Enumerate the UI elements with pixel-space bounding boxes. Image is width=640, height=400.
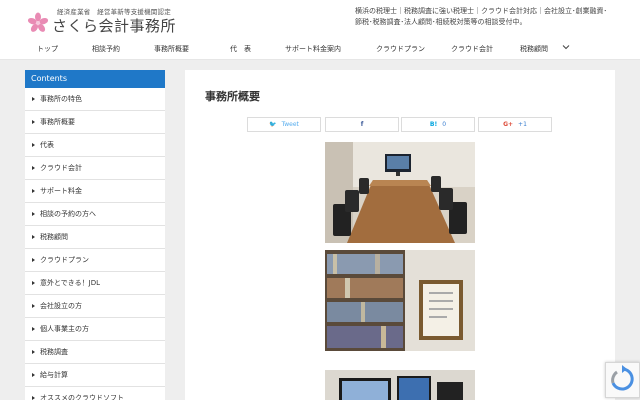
google-plus-button[interactable]: G+ +1: [478, 117, 552, 132]
office-desk-photo: [325, 370, 475, 400]
hatena-icon: B!: [429, 121, 438, 128]
nav-item-pricing[interactable]: サポート料金案内: [285, 44, 341, 54]
nav-item-top[interactable]: トップ: [37, 44, 58, 54]
hatena-bookmark-button[interactable]: B! 0: [401, 117, 475, 132]
nav-item-cloud-accounting[interactable]: クラウド会計: [451, 44, 493, 54]
page-title: 事務所概要: [205, 90, 260, 103]
facebook-f-icon: f: [360, 121, 364, 128]
recaptcha-badge[interactable]: [605, 362, 640, 398]
nav-item-office[interactable]: 事務所概要: [154, 44, 189, 54]
sakura-flower-icon: [27, 12, 49, 32]
sidebar-item[interactable]: クラウドプラン: [25, 249, 165, 272]
gplus-count: +1: [518, 121, 527, 128]
hatena-count: 0: [442, 121, 447, 128]
nav-item-reservation[interactable]: 相談予約: [92, 44, 120, 54]
sidebar-item[interactable]: 代表: [25, 134, 165, 157]
chevron-down-icon[interactable]: [562, 43, 570, 51]
sidebar-item[interactable]: 税務顧問: [25, 226, 165, 249]
header-tagline: 横浜の税理士｜税務調査に強い税理士｜クラウド会計対応｜会社設立･創業融資･節税･…: [355, 7, 607, 26]
meeting-room-photo: [325, 142, 475, 243]
recaptcha-icon: [611, 365, 634, 391]
logo-title: さくら会計事務所: [52, 17, 177, 35]
nav-item-tax-advisor[interactable]: 税務顧問: [520, 44, 548, 54]
main-content: 事務所概要 🐦 Tweet f B! 0 G+ +1: [185, 70, 615, 400]
sidebar-heading: Contents: [25, 70, 165, 88]
site-logo[interactable]: 経済産業省 経営革新等支援機関認定 さくら会計事務所: [27, 4, 187, 36]
facebook-share-button[interactable]: f: [325, 117, 399, 132]
nav-item-cloud-plan[interactable]: クラウドプラン: [376, 44, 425, 54]
sidebar-item[interactable]: 相談の予約の方へ: [25, 203, 165, 226]
twitter-bird-icon: 🐦: [269, 121, 277, 128]
sidebar-item[interactable]: 会社設立の方: [25, 295, 165, 318]
google-plus-icon: G+: [503, 121, 514, 128]
sidebar-item[interactable]: サポート料金: [25, 180, 165, 203]
sidebar-contents: Contents 事務所の特色 事務所概要 代表 クラウド会計 サポート料金 相…: [25, 70, 165, 400]
sidebar-item[interactable]: 意外とできる！JDL: [25, 272, 165, 295]
global-nav: トップ 相談予約 事務所概要 代 表 サポート料金案内 クラウドプラン クラウド…: [0, 40, 640, 60]
bookshelf-photo: [325, 250, 475, 351]
sidebar-item[interactable]: 事務所概要: [25, 111, 165, 134]
tweet-label: Tweet: [281, 121, 299, 128]
sidebar-item[interactable]: クラウド会計: [25, 157, 165, 180]
tweet-button[interactable]: 🐦 Tweet: [247, 117, 321, 132]
sidebar-item[interactable]: 給与計算: [25, 364, 165, 387]
nav-item-representative[interactable]: 代 表: [230, 44, 251, 54]
sidebar-item[interactable]: 個人事業主の方: [25, 318, 165, 341]
sidebar-item[interactable]: 事務所の特色: [25, 88, 165, 111]
sidebar-item[interactable]: オススメのクラウドソフト: [25, 387, 165, 400]
site-header: 経済産業省 経営革新等支援機関認定 さくら会計事務所 横浜の税理士｜税務調査に強…: [0, 0, 640, 40]
sidebar-item[interactable]: 税務調査: [25, 341, 165, 364]
